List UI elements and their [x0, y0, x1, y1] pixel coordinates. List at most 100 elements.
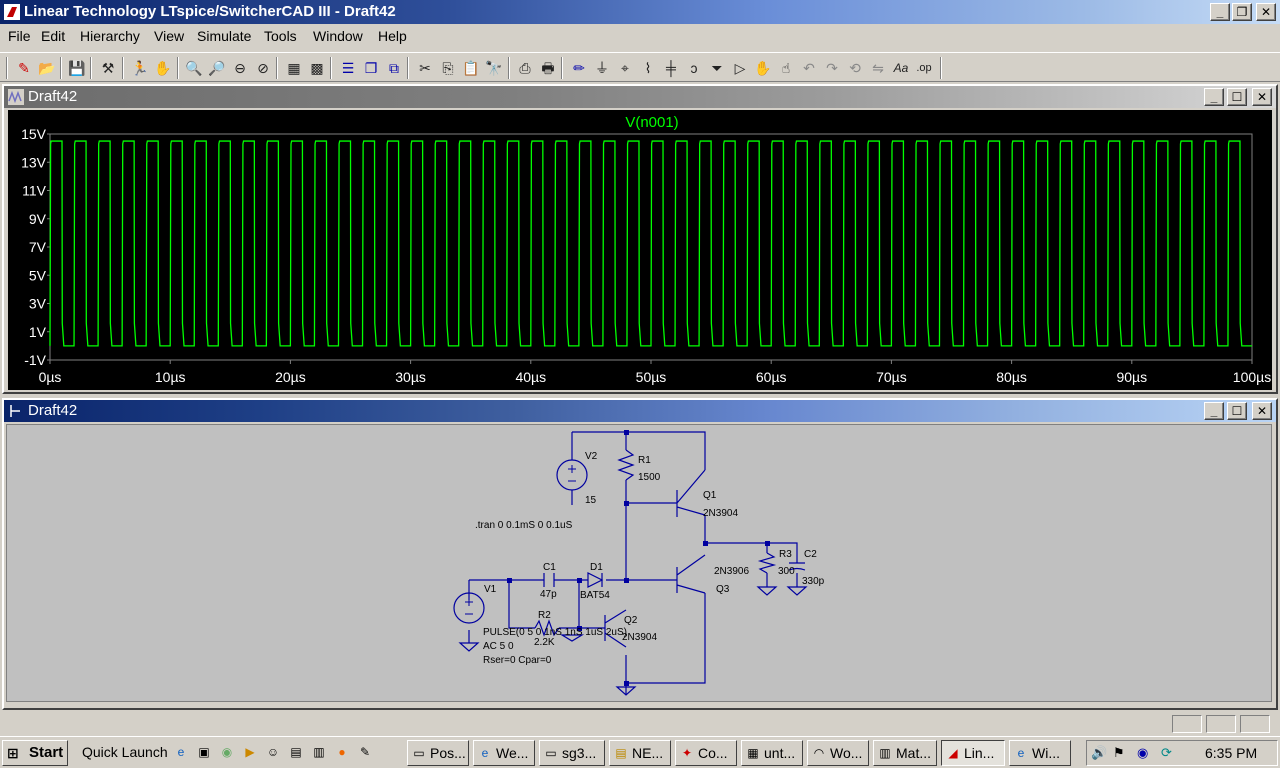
messenger-icon[interactable]: ☺: [265, 744, 281, 760]
menu-hierarchy[interactable]: Hierarchy: [80, 28, 140, 44]
ground-icon[interactable]: ⏚: [592, 58, 612, 78]
open-icon[interactable]: 📂: [37, 58, 57, 78]
draw-wire-icon[interactable]: ✏: [569, 58, 589, 78]
schematic-minimize-button[interactable]: _: [1204, 402, 1224, 420]
task-button[interactable]: ▭ sg3...: [539, 740, 605, 766]
media-icon[interactable]: ◉: [219, 744, 235, 760]
schematic-close-button[interactable]: ✕: [1252, 402, 1272, 420]
run-icon[interactable]: 🏃: [130, 58, 150, 78]
move-icon[interactable]: ✋: [753, 58, 773, 78]
transistor-q1[interactable]: [676, 469, 706, 517]
copy-icon[interactable]: ⎘: [438, 58, 458, 78]
firefox-icon[interactable]: ●: [334, 744, 350, 760]
find-icon[interactable]: 🔭: [484, 58, 504, 78]
schematic-maximize-button[interactable]: ☐: [1227, 402, 1247, 420]
cut-icon[interactable]: ✂: [415, 58, 435, 78]
control-panel-icon[interactable]: ⚒: [98, 58, 118, 78]
label-rser-spec: Rser=0 Cpar=0: [483, 655, 552, 666]
redo-icon[interactable]: ↷: [822, 58, 842, 78]
zoom-fit-icon[interactable]: ⊘: [253, 58, 273, 78]
plot-close-button[interactable]: ✕: [1252, 88, 1272, 106]
menu-tools[interactable]: Tools: [264, 28, 297, 44]
spice-directive-icon[interactable]: .op: [914, 58, 934, 78]
resistor-r1[interactable]: [617, 449, 635, 481]
task-button[interactable]: ▦ unt...: [741, 740, 803, 766]
task-button[interactable]: e We...: [473, 740, 535, 766]
resistor-r3[interactable]: [757, 552, 777, 574]
print-icon[interactable]: 🖶: [538, 58, 558, 78]
menu-simulate[interactable]: Simulate: [197, 28, 251, 44]
plot-maximize-button[interactable]: ☐: [1227, 88, 1247, 106]
volume-icon[interactable]: 🔊: [1091, 745, 1107, 761]
menu-file[interactable]: File: [8, 28, 31, 44]
task-button[interactable]: ◠ Wo...: [807, 740, 869, 766]
paste-icon[interactable]: 📋: [461, 58, 481, 78]
inductor-icon[interactable]: ↄ: [684, 58, 704, 78]
notepad-icon[interactable]: ✎: [357, 744, 373, 760]
task-button[interactable]: ▥ Mat...: [873, 740, 937, 766]
autorange-icon[interactable]: ▦: [284, 58, 304, 78]
drag-icon[interactable]: ☝: [776, 58, 796, 78]
trace-label[interactable]: V(n001): [625, 114, 678, 131]
tile-vertical-icon[interactable]: ☰: [338, 58, 358, 78]
internet-explorer-icon[interactable]: e: [173, 744, 189, 760]
capacitor-c1[interactable]: [543, 573, 555, 587]
waveform-plot[interactable]: V(n001) 15V 13V 11V 9V 7V 5V 3V 1V -1V 0µs 10µs 20…: [8, 110, 1272, 390]
text-icon[interactable]: Aa: [891, 58, 911, 78]
menu-help[interactable]: Help: [378, 28, 407, 44]
schematic-canvas[interactable]: V2 15 R1 1500 Q1 2N3904 .tran 0 0.1mS 0 …: [6, 424, 1272, 702]
task-button[interactable]: e Wi...: [1009, 740, 1071, 766]
photo-icon[interactable]: ▤: [288, 744, 304, 760]
minimize-button[interactable]: _: [1210, 3, 1230, 21]
undo-icon[interactable]: ↶: [799, 58, 819, 78]
show-desktop-icon[interactable]: ▣: [196, 744, 212, 760]
zoom-in-icon[interactable]: 🔍: [184, 58, 204, 78]
resistor-icon[interactable]: ⌇: [638, 58, 658, 78]
task-button[interactable]: ▤ NE...: [609, 740, 671, 766]
plot-settings-icon[interactable]: ▩: [307, 58, 327, 78]
save-icon[interactable]: 💾: [67, 58, 87, 78]
transistor-q3[interactable]: [676, 554, 706, 594]
task-button[interactable]: ▭ Pos...: [407, 740, 469, 766]
label-net-icon[interactable]: ⌖: [615, 58, 635, 78]
menu-window[interactable]: Window: [313, 28, 363, 44]
start-button[interactable]: ⊞ Start: [2, 740, 68, 766]
app-icon[interactable]: ▥: [311, 744, 327, 760]
rotate-icon[interactable]: ⟲: [845, 58, 865, 78]
plot-minimize-button[interactable]: _: [1204, 88, 1224, 106]
close-button[interactable]: ✕: [1256, 3, 1276, 21]
status-panel: [1206, 715, 1236, 733]
close-all-icon[interactable]: ⧉: [384, 58, 404, 78]
plot-window-title: Draft42: [28, 88, 78, 105]
sync-icon[interactable]: ⟳: [1161, 745, 1172, 761]
document-icon: ▤: [615, 746, 627, 760]
clock[interactable]: 6:35 PM: [1205, 745, 1257, 761]
menu-edit[interactable]: Edit: [41, 28, 65, 44]
menu-view[interactable]: View: [154, 28, 184, 44]
restore-button[interactable]: ❐: [1232, 3, 1252, 21]
label-q2-model: 2N3904: [622, 632, 657, 643]
halt-icon[interactable]: ✋: [153, 58, 173, 78]
wireless-icon[interactable]: ◉: [1137, 745, 1148, 761]
network-icon[interactable]: ⚑: [1113, 745, 1125, 761]
toolbar-separator: [90, 57, 92, 79]
x-tick-label: 90µs: [1116, 369, 1147, 385]
diode-icon[interactable]: ⏷: [707, 58, 727, 78]
task-button[interactable]: ✦ Co...: [675, 740, 737, 766]
label-v2-name: V2: [585, 451, 598, 462]
capacitor-icon[interactable]: ╪: [661, 58, 681, 78]
cascade-icon[interactable]: ❐: [361, 58, 381, 78]
component-icon[interactable]: ▷: [730, 58, 750, 78]
task-button-active[interactable]: ◢ Lin...: [941, 740, 1005, 766]
diode-d1[interactable]: [587, 572, 604, 588]
print-preview-icon[interactable]: ⎙: [515, 58, 535, 78]
voltage-source-v2[interactable]: [556, 459, 588, 491]
new-schematic-icon[interactable]: ✎: [14, 58, 34, 78]
zoom-pan-icon[interactable]: 🔎: [207, 58, 227, 78]
toolbar-separator: [330, 57, 332, 79]
quick-launch-label: Quick Launch: [82, 744, 168, 760]
y-tick-label: 7V: [29, 239, 47, 255]
zoom-out-icon[interactable]: ⊖: [230, 58, 250, 78]
media-player-icon[interactable]: ▶: [242, 744, 258, 760]
mirror-icon[interactable]: ⇋: [868, 58, 888, 78]
